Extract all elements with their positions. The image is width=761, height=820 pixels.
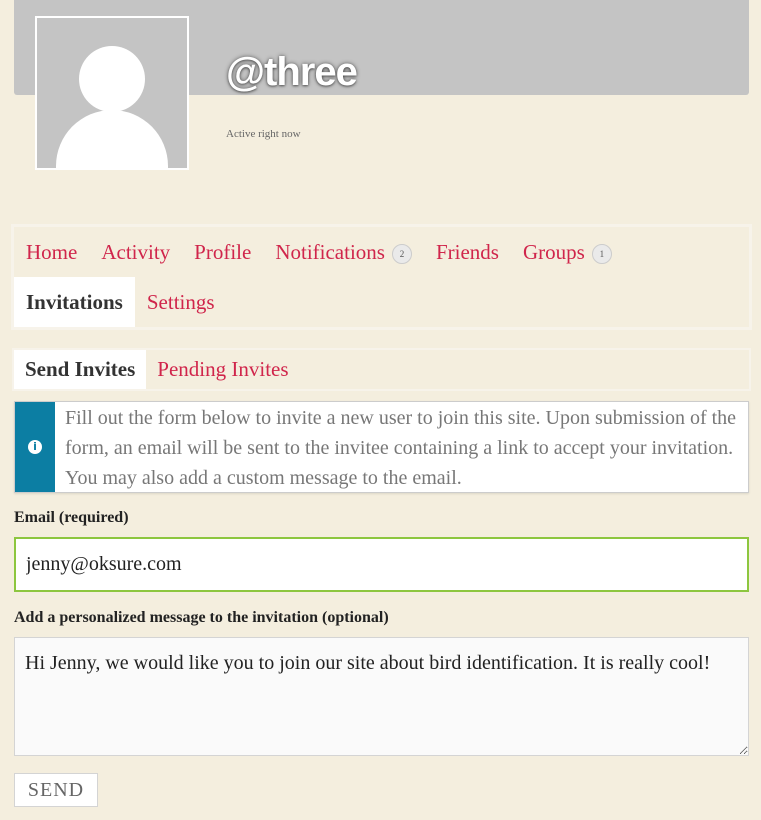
nav-activity[interactable]: Activity (89, 227, 182, 277)
info-message: i Fill out the form below to invite a ne… (14, 401, 749, 493)
avatar-body-shape (56, 110, 168, 168)
main-nav-row: Invitations Settings (14, 277, 227, 327)
nav-friends[interactable]: Friends (424, 227, 511, 277)
email-input[interactable] (14, 537, 749, 592)
message-label: Add a personalized message to the invita… (14, 609, 389, 626)
username: @three (226, 50, 358, 94)
nav-home[interactable]: Home (14, 227, 89, 277)
notifications-count-badge: 2 (391, 244, 412, 264)
sub-nav: Send Invites Pending Invites (14, 350, 749, 389)
main-nav-row: Home Activity Profile Notifications 2 Fri… (14, 227, 624, 277)
email-label: Email (required) (14, 509, 129, 526)
nav-label: Friends (435, 239, 499, 264)
tab-send-invites[interactable]: Send Invites (14, 350, 147, 389)
nav-label: Profile (194, 239, 252, 264)
avatar-head-shape (79, 46, 145, 112)
nav-label: Settings (146, 289, 215, 314)
nav-label: Groups (522, 239, 585, 264)
main-nav: Home Activity Profile Notifications 2 Fri… (14, 227, 749, 327)
activity-status: Active right now (226, 128, 301, 140)
avatar[interactable] (35, 16, 189, 170)
message-textarea[interactable]: Hi Jenny, we would like you to join our … (14, 637, 749, 756)
groups-count-badge: 1 (591, 244, 612, 264)
nav-label: Notifications (275, 239, 385, 264)
info-text: Fill out the form below to invite a new … (65, 407, 737, 489)
nav-groups[interactable]: Groups 1 (511, 227, 624, 277)
nav-notifications[interactable]: Notifications 2 (263, 227, 424, 277)
send-button[interactable]: SEND (14, 773, 98, 807)
info-icon: i (28, 440, 42, 454)
nav-label: Activity (101, 239, 171, 264)
nav-invitations[interactable]: Invitations (14, 277, 135, 327)
nav-settings[interactable]: Settings (135, 277, 227, 327)
nav-label: Home (26, 239, 78, 264)
tab-pending-invites[interactable]: Pending Invites (146, 350, 299, 389)
nav-label: Invitations (26, 289, 123, 314)
nav-profile[interactable]: Profile (182, 227, 263, 277)
info-bar: i (15, 402, 55, 492)
